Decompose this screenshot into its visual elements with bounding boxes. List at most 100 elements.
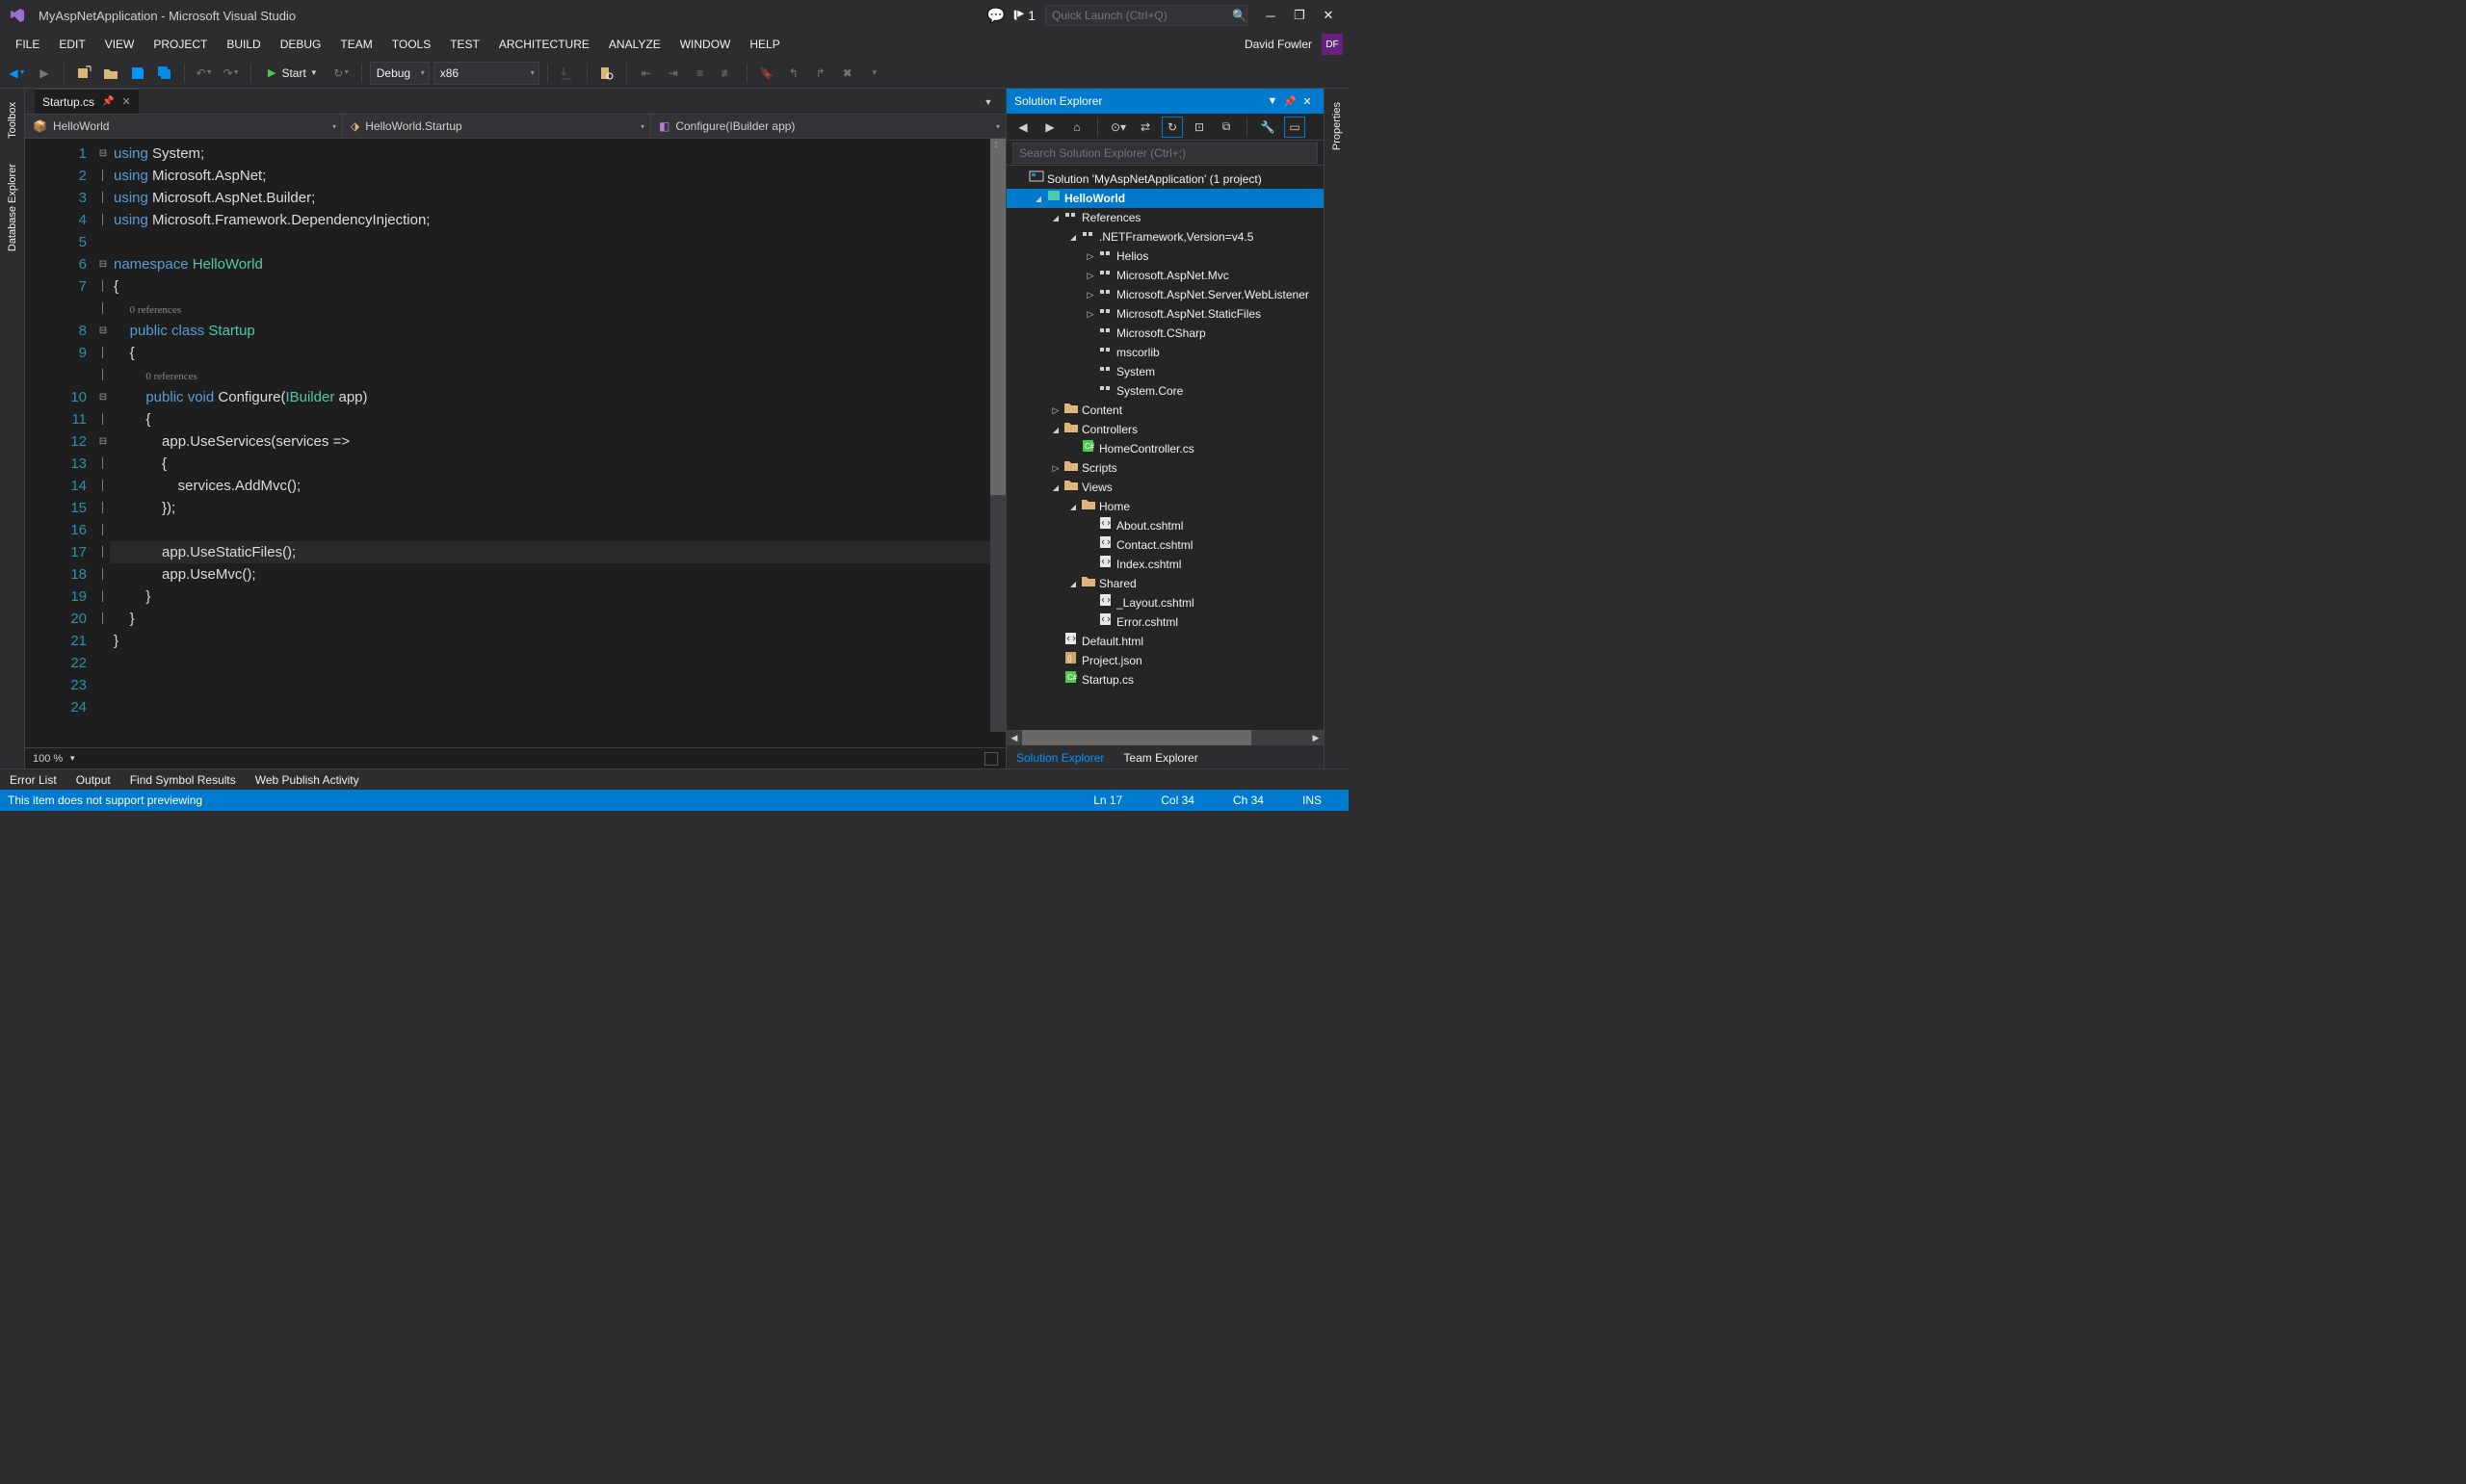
redo-button[interactable]: ↷▼: [220, 62, 243, 85]
tree-item-default-html[interactable]: Default.html: [1007, 632, 1324, 651]
tree-item-microsoft-aspnet-server-weblistener[interactable]: Microsoft.AspNet.Server.WebListener: [1007, 285, 1324, 304]
menu-file[interactable]: FILE: [6, 31, 49, 58]
restore-button[interactable]: ❐: [1289, 5, 1310, 26]
database-explorer-tab[interactable]: Database Explorer: [5, 160, 20, 255]
solution-horizontal-scrollbar[interactable]: ◀▶: [1007, 730, 1324, 745]
tree-item-homecontroller-cs[interactable]: C#HomeController.cs: [1007, 439, 1324, 458]
menu-window[interactable]: WINDOW: [670, 31, 741, 58]
solution-search-input[interactable]: [1012, 143, 1318, 164]
user-avatar[interactable]: DF: [1322, 34, 1343, 55]
toolbar-overflow-button[interactable]: ▾: [863, 62, 886, 85]
quick-launch-input[interactable]: [1045, 5, 1247, 26]
active-files-dropdown[interactable]: ▼: [977, 91, 1000, 114]
sol-scope-button[interactable]: ⊙▾: [1108, 117, 1129, 138]
tree-item-microsoft-csharp[interactable]: Microsoft.CSharp: [1007, 324, 1324, 343]
feedback-icon[interactable]: 💬: [987, 7, 1006, 24]
menu-debug[interactable]: DEBUG: [271, 31, 331, 58]
panel-close-icon[interactable]: ✕: [1299, 95, 1316, 108]
minimize-button[interactable]: ─: [1260, 5, 1281, 26]
panel-pin-icon[interactable]: 📌: [1281, 95, 1299, 108]
code-editor[interactable]: using System;using Microsoft.AspNet;usin…: [110, 139, 1006, 747]
sol-preview-button[interactable]: ▭: [1284, 117, 1305, 138]
fold-gutter[interactable]: ⊟ │ │ │ ⊟ │ │ ⊟ │ │ ⊟ │ ⊟ │ │ │ │ │ │ │ …: [96, 139, 110, 747]
browser-link-refresh-button[interactable]: ↻▼: [330, 62, 354, 85]
menu-architecture[interactable]: ARCHITECTURE: [489, 31, 599, 58]
tree-item-index-cshtml[interactable]: Index.cshtml: [1007, 555, 1324, 574]
prev-bookmark-button[interactable]: ↰: [782, 62, 805, 85]
close-tab-icon[interactable]: ✕: [121, 95, 130, 108]
tree-item-scripts[interactable]: Scripts: [1007, 458, 1324, 478]
comment-button[interactable]: ≡: [689, 62, 712, 85]
tree-item-system[interactable]: System: [1007, 362, 1324, 381]
menu-edit[interactable]: EDIT: [49, 31, 94, 58]
platform-combo[interactable]: x86: [433, 62, 539, 85]
menu-team[interactable]: TEAM: [330, 31, 381, 58]
undo-button[interactable]: ↶▼: [193, 62, 216, 85]
sol-refresh-button[interactable]: ↻: [1162, 117, 1183, 138]
tree-item-controllers[interactable]: Controllers: [1007, 420, 1324, 439]
zoom-dropdown-icon[interactable]: ▼: [68, 754, 76, 763]
search-icon[interactable]: 🔍: [1232, 9, 1246, 22]
tree-item-system-core[interactable]: System.Core: [1007, 381, 1324, 401]
zoom-level[interactable]: 100 %: [33, 753, 63, 765]
tree-item-solution-myaspnetapplication-1-project-[interactable]: Solution 'MyAspNetApplication' (1 projec…: [1007, 169, 1324, 189]
split-editor-icon[interactable]: ↕: [986, 139, 1006, 150]
tree-item-about-cshtml[interactable]: About.cshtml: [1007, 516, 1324, 535]
solution-explorer-tab[interactable]: Solution Explorer: [1007, 747, 1114, 768]
save-button[interactable]: [126, 62, 149, 85]
sol-back-button[interactable]: ◀: [1012, 117, 1034, 138]
tree-item--netframework-version-v4-5[interactable]: .NETFramework,Version=v4.5: [1007, 227, 1324, 247]
menu-analyze[interactable]: ANALYZE: [599, 31, 670, 58]
configuration-combo[interactable]: Debug: [370, 62, 430, 85]
panel-dropdown-icon[interactable]: ▼: [1264, 95, 1281, 107]
clear-bookmarks-button[interactable]: ✖: [836, 62, 859, 85]
member-nav-combo[interactable]: ◧ Configure(IBuilder app): [651, 115, 1006, 138]
uncomment-button[interactable]: ≢: [716, 62, 739, 85]
menu-view[interactable]: VIEW: [95, 31, 144, 58]
bookmark-button[interactable]: 🔖: [755, 62, 778, 85]
pin-icon[interactable]: 📌: [102, 96, 114, 107]
tree-item-contact-cshtml[interactable]: Contact.cshtml: [1007, 535, 1324, 555]
tree-item-home[interactable]: Home: [1007, 497, 1324, 516]
close-button[interactable]: ✕: [1318, 5, 1339, 26]
save-all-button[interactable]: [153, 62, 176, 85]
notifications-flag[interactable]: 1: [1012, 8, 1036, 23]
tree-item--layout-cshtml[interactable]: _Layout.cshtml: [1007, 593, 1324, 612]
menu-test[interactable]: TEST: [440, 31, 489, 58]
menu-build[interactable]: BUILD: [217, 31, 270, 58]
editor-options-button[interactable]: [984, 752, 998, 766]
tree-item-microsoft-aspnet-mvc[interactable]: Microsoft.AspNet.Mvc: [1007, 266, 1324, 285]
nav-forward-button[interactable]: ▶: [33, 62, 56, 85]
tree-item-startup-cs[interactable]: C#Startup.cs: [1007, 670, 1324, 690]
indent-more-button[interactable]: ⇥: [662, 62, 685, 85]
tree-item-mscorlib[interactable]: mscorlib: [1007, 343, 1324, 362]
sol-home-button[interactable]: ⌂: [1066, 117, 1088, 138]
tree-item-helloworld[interactable]: HelloWorld: [1007, 189, 1324, 208]
class-nav-combo[interactable]: ⬗ HelloWorld.Startup: [343, 115, 651, 138]
menu-project[interactable]: PROJECT: [144, 31, 217, 58]
new-project-button[interactable]: *: [72, 62, 95, 85]
step-into-button[interactable]: [556, 62, 579, 85]
bottom-tab-output[interactable]: Output: [76, 773, 111, 787]
sol-forward-button[interactable]: ▶: [1039, 117, 1061, 138]
tree-item-shared[interactable]: Shared: [1007, 574, 1324, 593]
tree-item-references[interactable]: References: [1007, 208, 1324, 227]
next-bookmark-button[interactable]: ↱: [809, 62, 832, 85]
sol-collapse-button[interactable]: ⊡: [1189, 117, 1210, 138]
tree-item-error-cshtml[interactable]: Error.cshtml: [1007, 612, 1324, 632]
bottom-tab-error-list[interactable]: Error List: [10, 773, 57, 787]
start-debug-button[interactable]: ▶Start▼: [259, 62, 327, 85]
sol-show-all-button[interactable]: ⧉: [1216, 117, 1237, 138]
indent-less-button[interactable]: ⇤: [635, 62, 658, 85]
menu-help[interactable]: HELP: [740, 31, 789, 58]
menu-tools[interactable]: TOOLS: [382, 31, 440, 58]
tree-item-views[interactable]: Views: [1007, 478, 1324, 497]
sol-properties-button[interactable]: 🔧: [1257, 117, 1278, 138]
toolbox-tab[interactable]: Toolbox: [5, 98, 20, 143]
find-in-files-button[interactable]: [595, 62, 618, 85]
document-tab[interactable]: Startup.cs 📌 ✕: [35, 89, 139, 114]
properties-tab[interactable]: Properties: [1329, 98, 1345, 154]
tree-item-helios[interactable]: Helios: [1007, 247, 1324, 266]
bottom-tab-web-publish-activity[interactable]: Web Publish Activity: [255, 773, 359, 787]
project-nav-combo[interactable]: 📦 HelloWorld: [25, 115, 343, 138]
